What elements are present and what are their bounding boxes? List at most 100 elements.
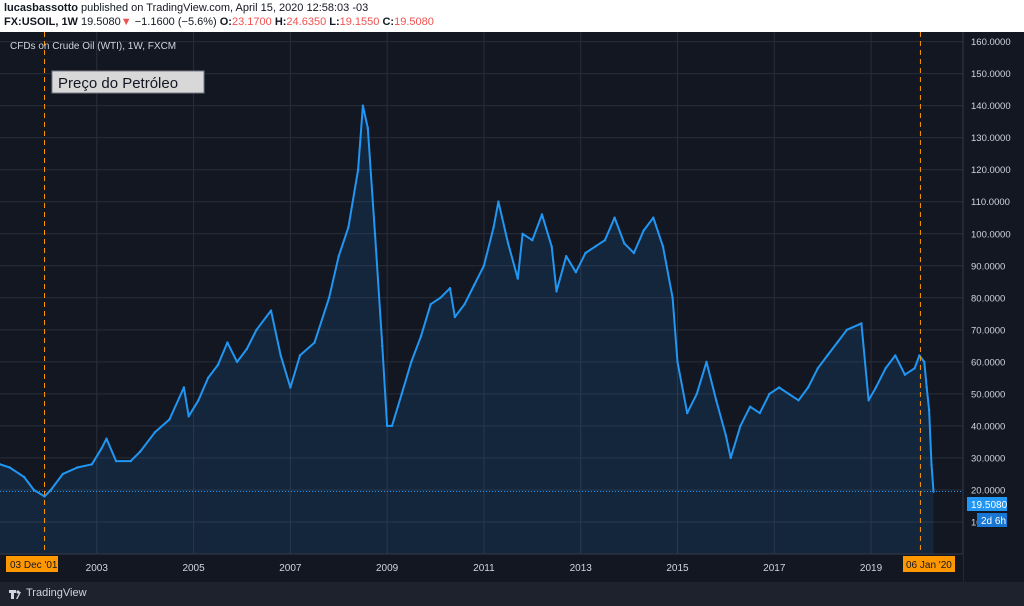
data-point	[768, 392, 771, 396]
left-date-marker[interactable]: 03 Dec '01	[6, 556, 58, 572]
data-point	[448, 287, 452, 290]
y-tick-label: 140.0000	[971, 101, 1011, 112]
data-point	[695, 392, 698, 396]
close-value: 19.5080	[394, 16, 434, 28]
data-point	[705, 360, 708, 364]
low-label: L:	[329, 16, 340, 28]
data-point	[787, 392, 790, 396]
y-tick-label: 90.0000	[971, 261, 1005, 272]
data-point	[555, 290, 558, 293]
data-point	[153, 431, 157, 434]
data-point	[748, 405, 752, 408]
data-point	[226, 341, 229, 344]
data-point	[473, 283, 476, 287]
x-tick-label: 2013	[570, 563, 593, 574]
data-point	[439, 296, 442, 299]
data-point	[777, 386, 781, 389]
publish-info: lucasbassotto published on TradingView.c…	[4, 2, 368, 14]
data-point	[100, 447, 103, 450]
series-title: CFDs on Crude Oil (WTI), 1W, FXCM	[10, 41, 176, 52]
price-chart[interactable]: 10.000020.000030.000040.000050.000060.00…	[0, 32, 1024, 582]
data-point	[410, 360, 413, 364]
data-point	[661, 245, 665, 248]
low-value: 19.1550	[339, 16, 380, 28]
data-point	[860, 322, 863, 325]
footer-brand[interactable]: TradingView	[26, 587, 87, 599]
symbol-label[interactable]: FX:USOIL, 1W	[4, 16, 78, 28]
data-point	[506, 242, 510, 245]
data-point	[516, 277, 519, 280]
data-point	[373, 232, 377, 235]
data-point	[381, 344, 384, 347]
published-text: published on TradingView.com, April 15, …	[81, 2, 369, 14]
data-point	[671, 296, 674, 299]
data-point	[826, 354, 829, 357]
data-point	[724, 434, 728, 437]
x-tick-label: 2005	[182, 563, 205, 574]
annotation-box[interactable]: Preço do Petróleo	[51, 70, 205, 94]
data-point	[235, 360, 239, 364]
data-point	[686, 411, 689, 415]
chart-header: lucasbassotto published on TradingView.c…	[0, 0, 1024, 32]
data-point	[255, 328, 258, 331]
data-point	[61, 472, 65, 476]
data-point	[463, 303, 466, 306]
data-point	[289, 386, 292, 389]
data-point	[918, 354, 921, 357]
y-tick-label: 50.0000	[971, 389, 1005, 400]
data-point	[390, 424, 394, 428]
y-tick-label: 30.0000	[971, 453, 1005, 464]
open-label: O:	[219, 16, 232, 28]
data-point	[836, 341, 839, 344]
data-point	[49, 488, 52, 492]
data-point	[453, 315, 457, 319]
data-point	[932, 490, 935, 493]
data-point	[603, 239, 607, 242]
author-name[interactable]: lucasbassotto	[4, 2, 78, 14]
data-point	[361, 104, 365, 107]
data-point	[797, 399, 800, 402]
data-point	[550, 245, 553, 248]
down-arrow-icon: ▼	[120, 16, 132, 28]
price-tag-text: 19.5080	[971, 500, 1008, 511]
high-value: 24.6350	[286, 16, 327, 28]
y-tick-label: 40.0000	[971, 421, 1005, 432]
last-price: 19.5080	[81, 16, 121, 28]
data-point	[337, 255, 340, 258]
data-point	[632, 251, 636, 255]
data-point	[279, 354, 282, 357]
left-marker-label: 03 Dec '01	[10, 560, 58, 571]
data-point	[867, 399, 870, 402]
data-point	[574, 271, 578, 274]
annotation-text: Preço do Petróleo	[58, 75, 178, 92]
data-point	[623, 242, 626, 245]
data-point	[652, 216, 655, 219]
x-tick-label: 2003	[86, 563, 109, 574]
data-point	[8, 466, 11, 469]
countdown-tag-text: 2d 6h	[981, 516, 1006, 527]
data-point	[76, 466, 79, 469]
right-date-marker[interactable]: 06 Jan '20	[903, 556, 955, 572]
data-point	[429, 303, 432, 306]
data-point	[729, 456, 732, 460]
data-point	[168, 418, 171, 421]
data-point	[715, 399, 718, 402]
data-point	[925, 386, 928, 389]
data-point	[613, 216, 616, 219]
data-point	[216, 363, 219, 367]
data-point	[182, 386, 186, 389]
data-point	[114, 459, 118, 463]
data-point	[676, 360, 679, 364]
data-point	[419, 335, 423, 338]
right-marker-label: 06 Jan '20	[906, 560, 952, 571]
data-point	[816, 367, 819, 370]
data-point	[565, 255, 568, 258]
data-point	[930, 463, 933, 466]
price-change: −1.1600 (−5.6%)	[134, 16, 217, 28]
data-point	[492, 226, 495, 229]
tradingview-logo-icon[interactable]	[8, 587, 22, 601]
y-tick-label: 60.0000	[971, 357, 1005, 368]
data-point	[327, 296, 331, 299]
x-tick-label: 2009	[376, 563, 399, 574]
y-tick-label: 80.0000	[971, 293, 1005, 304]
